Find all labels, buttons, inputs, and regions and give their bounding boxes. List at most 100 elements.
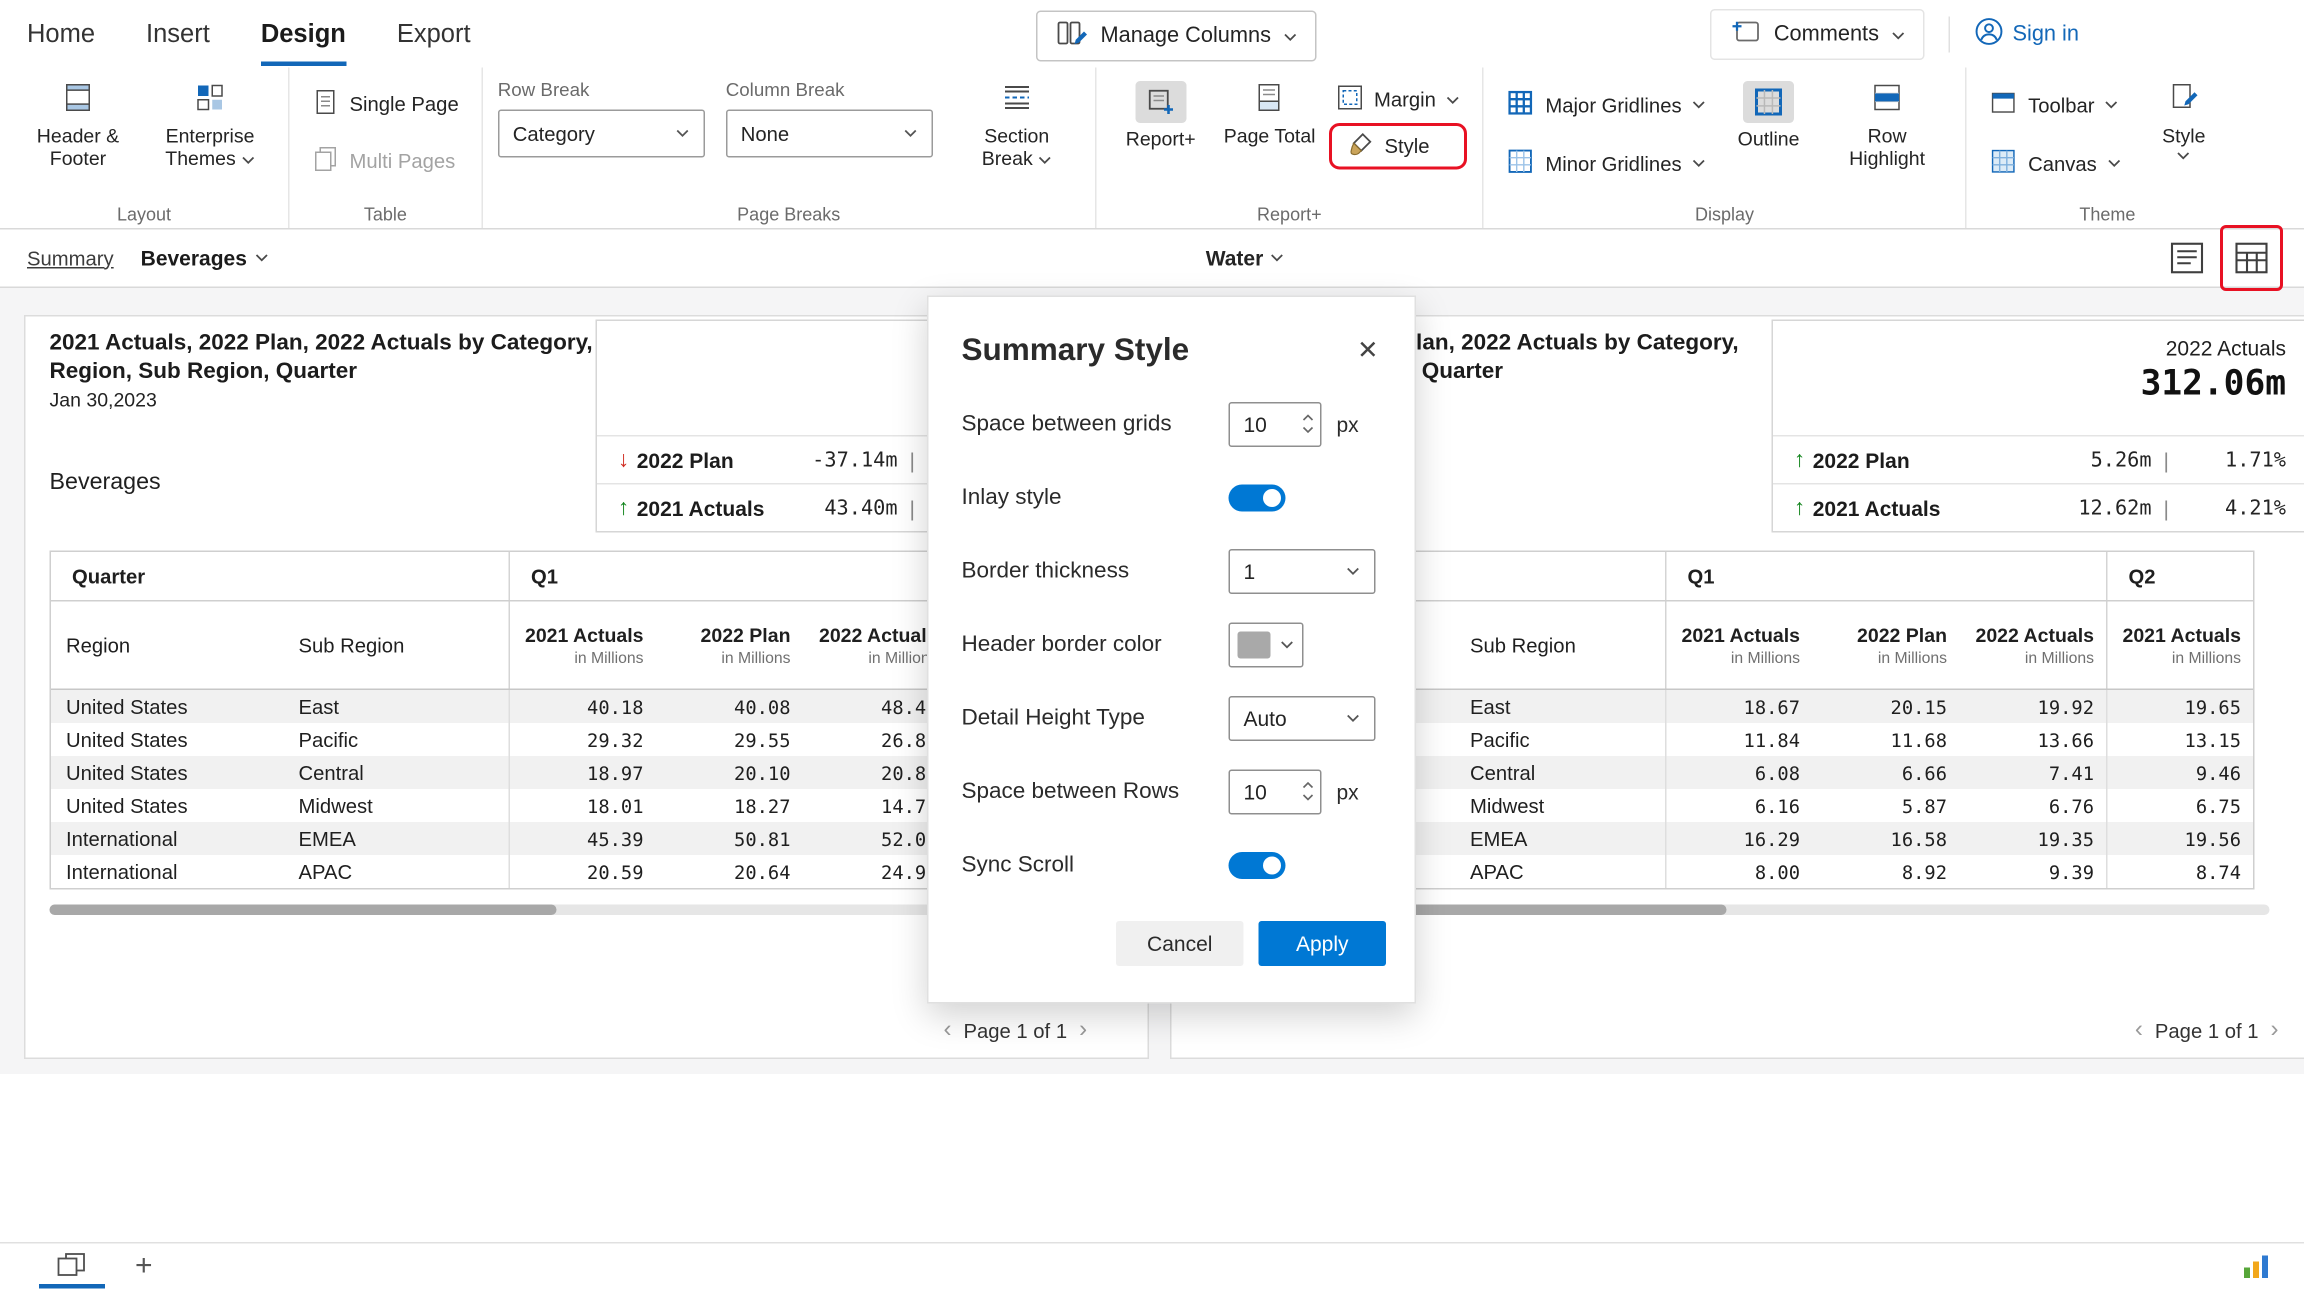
table-row[interactable]: United States Central 18.97 20.10 20.85	[51, 756, 950, 789]
table-row[interactable]: United States Midwest 18.01 18.27 14.70	[51, 789, 950, 822]
major-gridlines-button[interactable]: Major Gridlines	[1499, 84, 1713, 126]
column-header[interactable]: 2022 Actualsin Millions	[1959, 602, 2106, 689]
field-control	[1229, 622, 1385, 667]
chevron-right-icon[interactable]: ›	[1079, 1019, 1087, 1043]
kpi-row: ↑ 2021 Actuals 12.62m | 4.21%	[1773, 483, 2304, 531]
column-header[interactable]: 2021 Actualsin Millions	[509, 602, 656, 689]
sign-in-label: Sign in	[2012, 22, 2079, 46]
column-break-field: Column Break None	[726, 77, 933, 158]
chevron-down-icon	[1271, 254, 1285, 263]
chevron-left-icon[interactable]: ‹	[2135, 1019, 2143, 1043]
value-cell: 8.74	[2106, 855, 2253, 888]
scrollbar-thumb[interactable]	[50, 905, 557, 916]
report-plus-label: Report+	[1126, 128, 1196, 151]
value-cell: 6.66	[1812, 756, 1959, 789]
add-page-button[interactable]: +	[135, 1251, 153, 1281]
menu-tab-design[interactable]: Design	[261, 2, 346, 65]
tab-beverages[interactable]: Beverages	[141, 246, 268, 270]
row-highlight-button[interactable]: Row Highlight	[1824, 77, 1950, 176]
value-cell: 13.66	[1959, 723, 2106, 756]
field-control	[1229, 484, 1385, 511]
value-cell: 6.08	[1665, 756, 1812, 789]
section-break-icon	[1000, 81, 1033, 119]
outline-button[interactable]: Outline	[1719, 77, 1818, 156]
outline-label: Outline	[1738, 128, 1800, 151]
header-footer-label: Header & Footer	[23, 124, 134, 171]
menu-tab-export[interactable]: Export	[397, 2, 471, 65]
column-header[interactable]: 2022 Planin Millions	[1812, 602, 1959, 689]
field-control	[1229, 851, 1385, 878]
toolbar-theme-button[interactable]: Toolbar	[1982, 84, 2129, 126]
value-cell: 19.35	[1959, 822, 2106, 855]
multi-pages-button[interactable]: Multi Pages	[305, 141, 467, 182]
field-control: 1	[1229, 548, 1385, 593]
close-icon[interactable]: ✕	[1351, 333, 1384, 369]
table-row[interactable]: International APAC 20.59 20.64 24.95	[51, 855, 950, 888]
chevron-down-icon	[675, 129, 690, 138]
column-header[interactable]: Region	[51, 602, 284, 689]
input-value: 10	[1230, 770, 1296, 812]
page-total-button[interactable]: Page Total	[1216, 77, 1323, 152]
menu-tab-insert[interactable]: Insert	[146, 2, 210, 65]
page-tab[interactable]	[39, 1244, 105, 1289]
q2-header: Q2	[2106, 552, 2253, 600]
app-logo-icon	[2241, 1253, 2274, 1280]
space-between-rows-input[interactable]: 10	[1229, 769, 1322, 814]
detail-height-type-select[interactable]: Auto	[1229, 695, 1376, 740]
column-header[interactable]: Sub Region	[284, 602, 509, 689]
header-border-color-picker[interactable]	[1229, 622, 1304, 667]
kpi-label: 2022 Plan	[1813, 448, 1910, 472]
header-footer-button[interactable]: Header & Footer	[15, 77, 141, 176]
column-header[interactable]: Sub Region	[1455, 602, 1665, 689]
grid-view-button[interactable]	[2220, 225, 2283, 291]
spinner[interactable]	[1296, 770, 1320, 812]
row-break-select[interactable]: Category	[498, 110, 705, 158]
horizontal-scrollbar	[50, 905, 932, 916]
column-header[interactable]: 2021 Actualsin Millions	[2106, 602, 2253, 689]
report-plus-button[interactable]: Report+	[1111, 77, 1210, 156]
column-break-select[interactable]: None	[726, 110, 933, 158]
apply-button[interactable]: Apply	[1259, 921, 1387, 966]
sync-scroll-toggle[interactable]	[1229, 851, 1286, 878]
paintbrush-icon	[1347, 131, 1374, 163]
menu-tab-home[interactable]: Home	[27, 2, 95, 65]
column-break-value: None	[741, 122, 789, 145]
sign-in-button[interactable]: Sign in	[1973, 16, 2079, 52]
style-button[interactable]: Style	[1329, 123, 1467, 170]
table-row[interactable]: International EMEA 45.39 50.81 52.09	[51, 822, 950, 855]
kpi-value: 12.62m	[2047, 496, 2152, 520]
value-cell: 20.15	[1812, 690, 1959, 723]
tab-summary[interactable]: Summary	[27, 247, 114, 270]
margin-button[interactable]: Margin	[1329, 80, 1467, 121]
comments-button[interactable]: Comments	[1709, 8, 1924, 59]
value-cell: 29.32	[509, 723, 656, 756]
column-header[interactable]: 2022 Planin Millions	[656, 602, 803, 689]
field-control: 10 px	[1229, 401, 1385, 446]
table-row[interactable]: United States East 40.18 40.08 48.44	[51, 690, 950, 723]
style-theme-button[interactable]: Style	[2134, 77, 2233, 166]
minor-gridlines-button[interactable]: Minor Gridlines	[1499, 143, 1713, 185]
arrow-up-icon: ↑	[1794, 449, 1805, 472]
spinner[interactable]	[1296, 403, 1320, 445]
enterprise-themes-button[interactable]: Enterprise Themes	[147, 77, 273, 176]
table-row[interactable]: United States Pacific 29.32 29.55 26.85	[51, 723, 950, 756]
tab-water-label: Water	[1206, 246, 1264, 270]
value-cell: 50.81	[656, 822, 803, 855]
chevron-left-icon[interactable]: ‹	[944, 1019, 952, 1043]
space-between-grids-input[interactable]: 10	[1229, 401, 1322, 446]
column-header[interactable]: 2021 Actualsin Millions	[1665, 602, 1812, 689]
section-break-button[interactable]: Section Break	[954, 77, 1080, 176]
cancel-button[interactable]: Cancel	[1116, 921, 1244, 966]
sub-region-cell: EMEA	[284, 822, 509, 855]
list-view-icon	[2168, 239, 2207, 278]
tab-water[interactable]: Water	[1206, 246, 1285, 270]
single-page-button[interactable]: Single Page	[305, 84, 467, 125]
manage-columns-button[interactable]: Manage Columns	[1036, 11, 1316, 62]
sub-region-cell: East	[284, 690, 509, 723]
inlay-style-toggle[interactable]	[1229, 484, 1286, 511]
canvas-theme-button[interactable]: Canvas	[1982, 143, 2129, 185]
list-view-button[interactable]	[2163, 236, 2211, 281]
border-thickness-select[interactable]: 1	[1229, 548, 1376, 593]
sub-region-cell: APAC	[284, 855, 509, 888]
chevron-right-icon[interactable]: ›	[2271, 1019, 2279, 1043]
